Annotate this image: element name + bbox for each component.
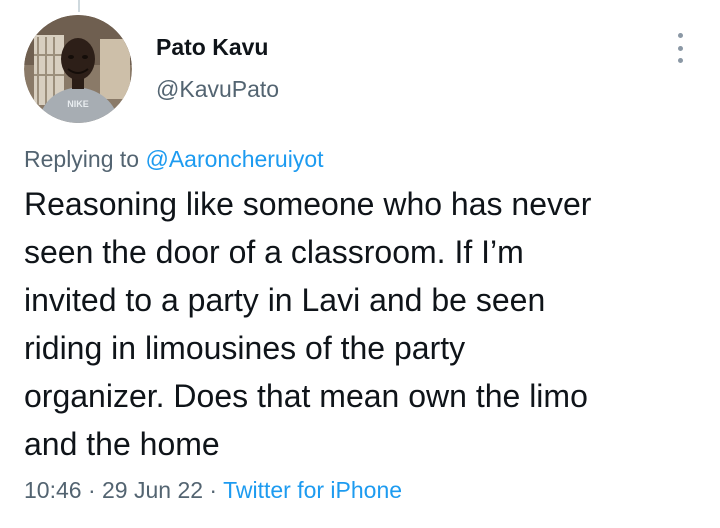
tweet-text-line: and the home bbox=[24, 426, 220, 462]
author-name[interactable]: Pato Kavu bbox=[156, 34, 268, 61]
more-dot bbox=[677, 45, 683, 51]
tweet-text-line: riding in limousines of the party bbox=[24, 330, 466, 366]
tweet-source-link[interactable]: Twitter for iPhone bbox=[223, 477, 402, 503]
more-dot bbox=[677, 58, 683, 63]
tweet-text-line: seen the door of a classroom. If I’m bbox=[24, 234, 524, 270]
tweet-time[interactable]: 10:46 bbox=[24, 477, 82, 503]
thread-connector-line bbox=[78, 0, 80, 12]
more-vertical-icon[interactable] bbox=[672, 33, 688, 63]
tweet-text-line: Reasoning like someone who has never bbox=[24, 186, 592, 222]
avatar[interactable]: NIKE bbox=[24, 15, 132, 123]
tweet-meta: 10:46 · 29 Jun 22 · Twitter for iPhone bbox=[24, 477, 402, 504]
replying-to: Replying to @Aaroncheruiyot bbox=[24, 146, 324, 173]
replying-prefix: Replying to bbox=[24, 146, 146, 172]
avatar-photo: NIKE bbox=[24, 15, 132, 123]
avatar-shirt-text: NIKE bbox=[67, 99, 89, 109]
tweet-text-line: organizer. Does that mean own the limo bbox=[24, 378, 588, 414]
meta-separator: · bbox=[203, 477, 224, 503]
reply-mention-link[interactable]: @Aaroncheruiyot bbox=[145, 146, 323, 172]
meta-separator: · bbox=[81, 477, 103, 503]
tweet-text-line: invited to a party in Lavi and be seen bbox=[24, 282, 546, 318]
more-dot bbox=[677, 33, 683, 38]
tweet-text: Reasoning like someone who has never see… bbox=[24, 180, 708, 468]
author-handle[interactable]: @KavuPato bbox=[156, 76, 279, 103]
tweet-date[interactable]: 29 Jun 22 bbox=[102, 477, 203, 503]
